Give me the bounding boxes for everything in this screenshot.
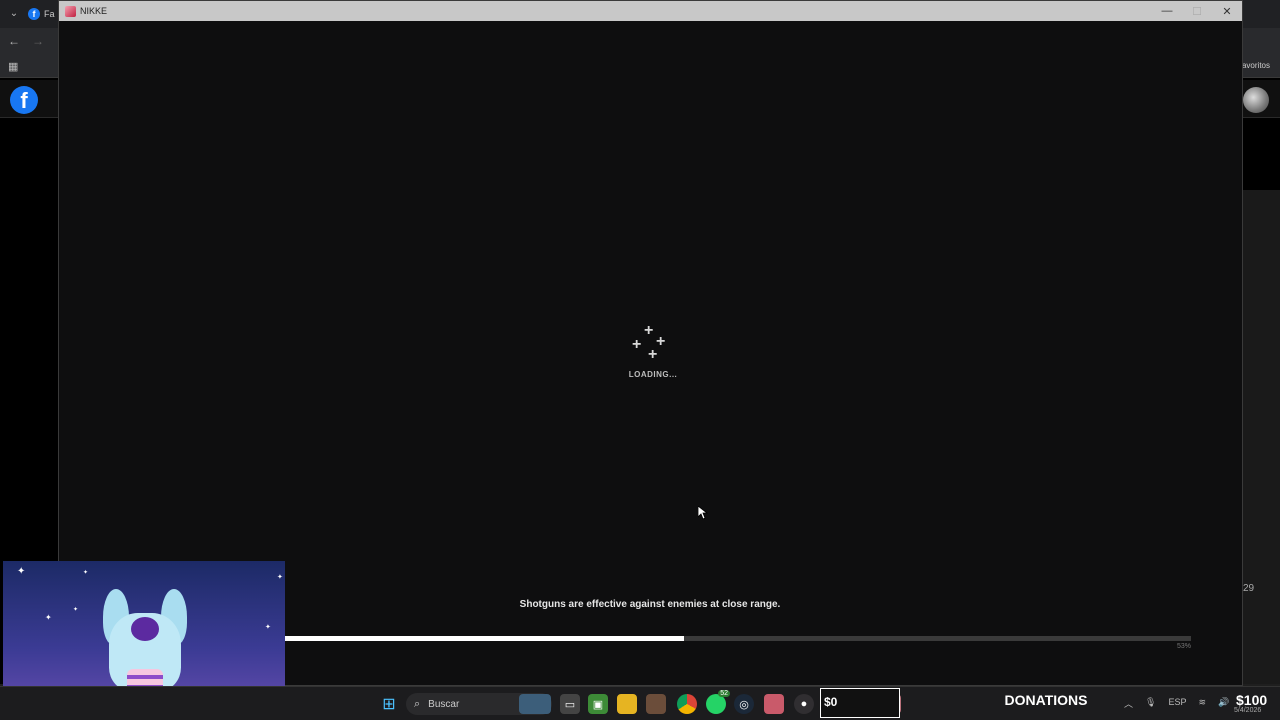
- wifi-icon[interactable]: ≋: [1198, 697, 1206, 710]
- sparkle-icon: ✦: [17, 566, 26, 577]
- minimize-button[interactable]: —: [1152, 1, 1182, 21]
- sparkle-icon: ✦: [265, 624, 271, 631]
- back-arrow-icon[interactable]: ←: [8, 34, 20, 48]
- loading-label: LOADING...: [628, 370, 678, 379]
- steam-icon[interactable]: ◎: [734, 694, 754, 714]
- facebook-right-panel: [1243, 190, 1280, 684]
- loading-progress-percent: 53%: [1176, 643, 1191, 650]
- whatsapp-icon[interactable]: 52: [706, 690, 730, 714]
- browser-tab-label: Fa: [44, 9, 55, 19]
- screen: ⌄ f Fa ← → ⋮ ▦ avoritos f 29 NIKKE —: [0, 0, 1280, 720]
- close-button[interactable]: ✕: [1212, 1, 1242, 21]
- donation-current: $0: [824, 695, 838, 709]
- sparkle-icon: ✦: [277, 574, 283, 581]
- minecraft-icon[interactable]: ▣: [588, 694, 608, 714]
- chrome-icon[interactable]: [677, 694, 697, 714]
- search-label: Buscar: [428, 698, 460, 710]
- app-character-icon[interactable]: [646, 694, 666, 714]
- maximize-button[interactable]: ☐: [1182, 1, 1212, 21]
- search-highlight-icon[interactable]: [519, 694, 551, 714]
- donation-current-box: $0: [820, 688, 900, 718]
- profile-avatar[interactable]: [1243, 87, 1269, 113]
- side-number: 29: [1243, 583, 1255, 594]
- whatsapp-badge: 52: [718, 690, 730, 697]
- loading-sparkle-icon: + + + +: [632, 322, 666, 363]
- tab-list-chevron-icon[interactable]: ⌄: [6, 6, 22, 22]
- window-titlebar[interactable]: NIKKE — ☐ ✕: [59, 1, 1242, 21]
- microphone-icon[interactable]: 🎙: [1145, 697, 1156, 710]
- forward-arrow-icon[interactable]: →: [32, 34, 44, 48]
- facebook-icon[interactable]: f: [10, 86, 38, 114]
- facebook-tab-icon: f: [28, 8, 40, 20]
- loading-tip: Shotguns are effective against enemies a…: [519, 599, 781, 610]
- nikke-taskbar-icon[interactable]: [764, 694, 784, 714]
- tray-chevron-icon[interactable]: ︿: [1124, 697, 1133, 710]
- sparkle-icon: ✦: [83, 570, 89, 576]
- window-controls: — ☐ ✕: [1152, 1, 1242, 21]
- nikke-app-icon: [65, 5, 76, 17]
- taskbar-date[interactable]: 5/4/2026: [1234, 707, 1261, 714]
- apps-grid-icon[interactable]: ▦: [8, 60, 18, 73]
- language-indicator[interactable]: ESP: [1168, 697, 1186, 710]
- bookmarks-favorites[interactable]: avoritos: [1242, 61, 1270, 70]
- folder-icon[interactable]: [617, 694, 637, 714]
- search-icon: ⌕: [414, 697, 421, 710]
- system-tray: ︿ 🎙 ESP ≋ 🔊: [1124, 697, 1229, 710]
- donation-goal: $100: [1236, 692, 1268, 708]
- donations-label: DONATIONS: [1004, 692, 1088, 708]
- obs-icon[interactable]: ●: [794, 694, 814, 714]
- task-view-icon[interactable]: ▭: [560, 694, 580, 714]
- sparkle-icon: ✦: [45, 613, 52, 622]
- volume-icon[interactable]: 🔊: [1218, 697, 1229, 710]
- sparkle-icon: ✦: [73, 607, 79, 613]
- mouse-cursor-icon: [698, 506, 708, 520]
- windows-start-icon[interactable]: ⊞: [379, 694, 399, 714]
- loading-progress-fill: [285, 636, 684, 641]
- loading-progress-bar: [285, 636, 1191, 641]
- window-title: NIKKE: [80, 6, 108, 16]
